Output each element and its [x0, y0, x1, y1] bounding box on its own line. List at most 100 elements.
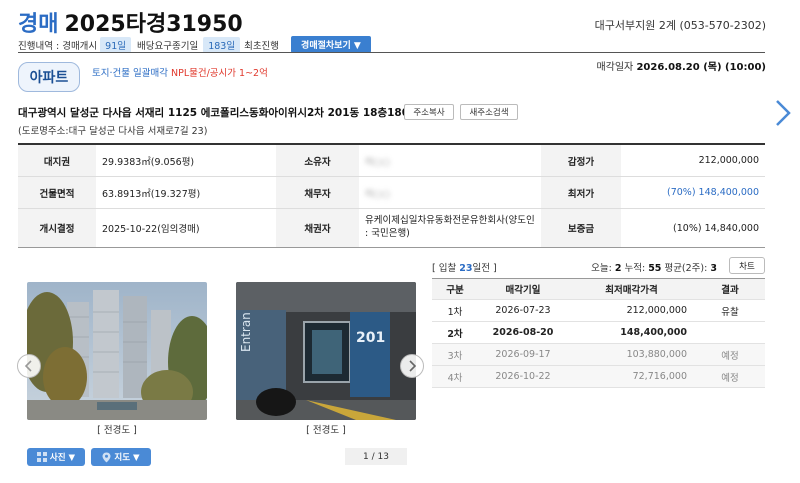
result-cell: 예정: [721, 350, 739, 362]
round-cell: 1차: [447, 306, 463, 318]
avg-count: 3: [710, 263, 717, 274]
price-cell: 212,000,000: [626, 305, 687, 316]
photo-pager: 1 / 13: [345, 448, 407, 465]
svg-text:Entran: Entran: [239, 312, 253, 352]
map-pin-icon: [102, 452, 111, 462]
price-cell: 103,880,000: [626, 349, 687, 360]
price-cell: 148,400,000: [620, 327, 687, 338]
area-label: 건물면적: [18, 177, 96, 208]
owner-label: 소유자: [276, 145, 359, 176]
progress-line: 진행내역 : 경매개시 91일 배당요구종기일 183일 최초진행 경매절차보기…: [18, 36, 371, 53]
col-result: 결과: [721, 285, 739, 296]
start-value: 2025-10-22(임의경매): [102, 224, 200, 235]
today-label: 오늘:: [591, 263, 612, 274]
property-type-tag: 아파트: [18, 62, 80, 92]
procedure-view-button[interactable]: 경매절차보기 ▼: [291, 36, 371, 53]
chevron-right-icon[interactable]: [772, 98, 794, 128]
round-cell: 4차: [447, 372, 463, 384]
round-cell: 3차: [447, 350, 463, 362]
photo-caption: [ 전경도 ]: [306, 425, 346, 436]
bid-schedule-table: 구분 매각기일 최저매각가격 결과 1차 2026-07-23 212,000,…: [432, 278, 765, 388]
case-number: 2025타경31950: [64, 12, 243, 37]
proc-days-badge: 91일: [100, 36, 132, 53]
table-header: 구분 매각기일 최저매각가격 결과: [432, 279, 765, 300]
photo-caption: [ 전경도 ]: [97, 425, 137, 436]
days-until-bid: [ 입찰 23일전 ]: [432, 260, 497, 274]
date-cell: 2026-10-22: [495, 371, 551, 382]
col-date: 매각기일: [505, 285, 541, 296]
min-price-label: 최저가: [541, 177, 621, 208]
sale-date-label: 매각일자: [596, 62, 634, 73]
land-value: 29.9383㎡(9.056평): [102, 156, 195, 168]
property-info-table: 대지권 29.9383㎡(9.056평) 소유자 이○○ 감정가 212,000…: [18, 143, 765, 248]
result-cell: 예정: [721, 372, 739, 384]
dividend-label: 배당요구종기일: [137, 40, 199, 52]
photo-button-label: 사진 ▼: [49, 453, 76, 463]
chart-button[interactable]: 차트: [729, 257, 765, 274]
date-cell: 2026-07-23: [495, 305, 551, 316]
chevron-left-icon: [24, 360, 32, 372]
round-cell: 2차: [447, 328, 463, 340]
today-count: 2: [614, 263, 622, 274]
sale-date-value: 2026.08.20 (목) (10:00): [636, 62, 766, 73]
chevron-right-icon: [409, 360, 417, 372]
area-value: 63.8913㎡(19.327평): [102, 188, 201, 200]
date-cell: 2026-08-20: [492, 327, 554, 338]
creditor-value: 유케이제십일차유동화전문유한회사(양도인 : 국민은행): [365, 215, 535, 239]
info-row: 개시결정 2025-10-22(임의경매) 채권자 유케이제십일차유동화전문유한…: [18, 209, 765, 247]
price-cell: 72,716,000: [632, 371, 687, 382]
map-button-label: 지도 ▼: [114, 453, 140, 463]
auction-kind: 경매: [18, 12, 59, 37]
land-label: 대지권: [18, 145, 96, 176]
flag-npl: NPL물건/공시가 1~2억: [171, 68, 268, 79]
table-row: 2차 2026-08-20 148,400,000: [432, 322, 765, 344]
days-prefix: [ 입찰: [432, 263, 460, 274]
start-label: 개시결정: [18, 209, 96, 247]
total-label: 누적:: [624, 263, 646, 274]
photo-next-button[interactable]: [400, 354, 424, 378]
svg-text:201: 201: [356, 330, 385, 346]
flag-bulk-sale: 토지·건물 일괄매각: [92, 68, 168, 79]
deposit-label: 보증금: [541, 209, 621, 247]
info-row: 대지권 29.9383㎡(9.056평) 소유자 이○○ 감정가 212,000…: [18, 145, 765, 177]
road-address: (도로명주소:대구 달성군 다사읍 서재로7길 23): [18, 126, 208, 137]
sale-date: 매각일자 2026.08.20 (목) (10:00): [596, 58, 766, 73]
date-cell: 2026-09-17: [495, 349, 551, 360]
grid-icon: [36, 452, 47, 462]
avg-label: 평균(2주):: [664, 263, 708, 274]
table-row: 3차 2026-09-17 103,880,000 예정: [432, 344, 765, 366]
min-price-value: (70%) 148,400,000: [667, 187, 759, 198]
dividend-days-badge: 183일: [203, 36, 241, 53]
col-min-price: 최저매각가격: [605, 285, 658, 296]
new-address-search-button[interactable]: 새주소검색: [460, 104, 518, 120]
total-count: 55: [648, 263, 662, 274]
debtor-value: 이○○: [365, 188, 391, 200]
table-row: 4차 2026-10-22 72,716,000 예정: [432, 366, 765, 388]
result-cell: 유찰: [721, 306, 739, 318]
deposit-value: (10%) 14,840,000: [673, 222, 759, 234]
info-row: 건물면적 63.8913㎡(19.327평) 채무자 이○○ 최저가 (70%)…: [18, 177, 765, 209]
col-round: 구분: [446, 285, 464, 296]
appraisal-value: 212,000,000: [698, 155, 759, 166]
days-number: 23: [459, 263, 473, 274]
view-stats: 오늘: 2 누적: 55 평균(2주): 3: [591, 260, 717, 274]
appraisal-label: 감정가: [541, 145, 621, 176]
photo-dropdown-button[interactable]: 사진 ▼: [27, 448, 85, 466]
page-title: 경매 2025타경31950: [18, 6, 243, 38]
proc-label: 진행내역 : 경매개시: [18, 40, 98, 52]
days-suffix: 일전 ]: [472, 263, 497, 274]
copy-address-button[interactable]: 주소복사: [404, 104, 454, 120]
photo-prev-button[interactable]: [17, 354, 41, 378]
debtor-label: 채무자: [276, 177, 359, 208]
property-flags: 토지·건물 일괄매각 NPL물건/공시가 1~2억: [92, 65, 268, 79]
table-row: 1차 2026-07-23 212,000,000 유찰: [432, 300, 765, 322]
court-info: 대구서부지원 2계 (053-570-2302): [594, 19, 766, 32]
header-divider: [18, 52, 765, 53]
first-label: 최초진행: [244, 40, 280, 52]
parking-photo[interactable]: Entran 201: [236, 282, 416, 420]
creditor-label: 채권자: [276, 209, 359, 247]
map-dropdown-button[interactable]: 지도 ▼: [91, 448, 151, 466]
exterior-photo[interactable]: [27, 282, 207, 420]
owner-value: 이○○: [365, 156, 391, 168]
property-address: 대구광역시 달성군 다사읍 서재리 1125 에코폴리스동화아이위시2차 201…: [18, 107, 427, 119]
